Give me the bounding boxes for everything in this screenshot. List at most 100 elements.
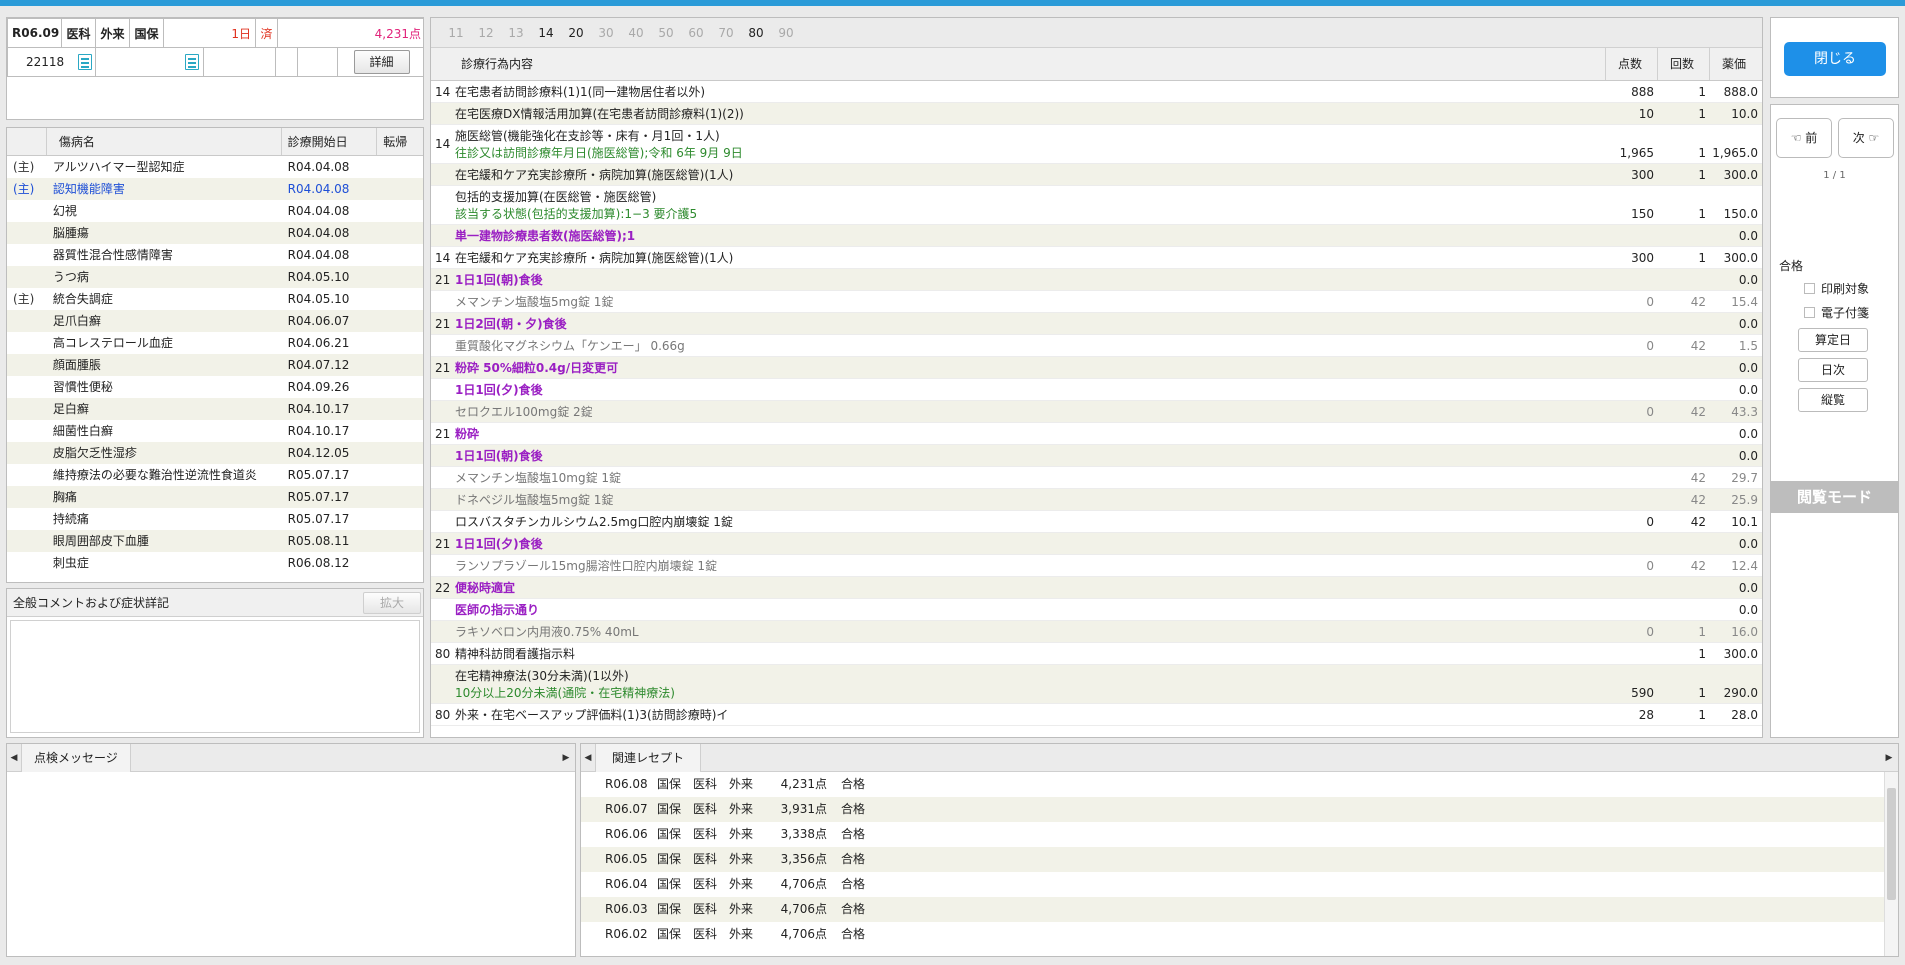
tab-category-80[interactable]: 80: [741, 26, 771, 40]
column-header-content[interactable]: 診療行為内容: [431, 48, 1606, 80]
comment-textarea[interactable]: [10, 620, 420, 733]
tab-category-11[interactable]: 11: [441, 26, 471, 40]
treatment-row[interactable]: ドネペジル塩酸塩5mg錠 1錠 42 25.9: [431, 489, 1762, 511]
column-header-points[interactable]: 点数: [1606, 48, 1658, 80]
scroll-left-arrow-icon[interactable]: ◀: [581, 753, 595, 763]
treatment-row[interactable]: 14 在宅患者訪問診療料(1)1(同一建物居住者以外) 888 1 888.0: [431, 81, 1762, 103]
disease-row[interactable]: (主) 統合失調症 R04.05.10: [7, 288, 423, 310]
tab-category-70[interactable]: 70: [711, 26, 741, 40]
tab-category-20[interactable]: 20: [561, 26, 591, 40]
disease-row[interactable]: 高コレステロール血症 R04.06.21: [7, 332, 423, 354]
column-header-outcome[interactable]: 転帰: [377, 128, 423, 155]
disease-row[interactable]: 細菌性白癬 R04.10.17: [7, 420, 423, 442]
tab-category-60[interactable]: 60: [681, 26, 711, 40]
tab-category-13[interactable]: 13: [501, 26, 531, 40]
checkbox-box[interactable]: [1804, 307, 1815, 318]
treatment-row[interactable]: 14 施医総管(機能強化在支診等・床有・月1回・1人) 往診又は訪問診療年月日(施医…: [431, 125, 1762, 164]
related-receipt-date: R06.02: [605, 927, 648, 941]
disease-row[interactable]: 器質性混合性感情障害 R04.04.08: [7, 244, 423, 266]
disease-row[interactable]: 足爪白癬 R04.06.07: [7, 310, 423, 332]
related-receipt-row[interactable]: R06.04 国保 医科 外来 4,706点 合格: [581, 872, 1898, 897]
treatment-row[interactable]: 21 粉砕 50%細粒0.4g/日変更可 0.0: [431, 357, 1762, 379]
detail-button[interactable]: 詳細: [353, 50, 410, 74]
tab-related-receipts[interactable]: 関連レセプト: [595, 744, 702, 772]
calc-day-button[interactable]: 算定日: [1798, 328, 1868, 352]
treatment-row[interactable]: 1日1回(夕)食後 0.0: [431, 379, 1762, 401]
disease-row[interactable]: うつ病 R04.05.10: [7, 266, 423, 288]
related-receipt-row[interactable]: R06.03 国保 医科 外来 4,706点 合格: [581, 897, 1898, 922]
treatment-row[interactable]: 21 1日2回(朝・夕)食後 0.0: [431, 313, 1762, 335]
disease-main-flag: [7, 442, 47, 464]
treatment-row[interactable]: メマンチン塩酸塩10mg錠 1錠 42 29.7: [431, 467, 1762, 489]
treatment-row[interactable]: 在宅精神療法(30分未満)(1以外) 10分以上20分未満(通院・在宅精神療法) 5…: [431, 665, 1762, 704]
treatment-row[interactable]: ランソプラゾール15mg腸溶性口腔内崩壊錠 1錠 0 42 12.4: [431, 555, 1762, 577]
treatment-row[interactable]: 包括的支援加算(在医総管・施医総管) 該当する状態(包括的支援加算):1−3 要介…: [431, 186, 1762, 225]
treatment-content-line: 在宅精神療法(30分未満)(1以外): [455, 669, 629, 683]
treatment-row[interactable]: 22 便秘時適宜 0.0: [431, 577, 1762, 599]
tab-category-40[interactable]: 40: [621, 26, 651, 40]
disease-start-date: R04.04.08: [287, 226, 350, 240]
e-attach-checkbox[interactable]: 電子付箋: [1804, 304, 1869, 321]
disease-row[interactable]: 習慣性便秘 R04.09.26: [7, 376, 423, 398]
treatment-row[interactable]: メマンチン塩酸塩5mg錠 1錠 0 42 15.4: [431, 291, 1762, 313]
expand-button[interactable]: 拡大: [363, 592, 421, 614]
checkbox-box[interactable]: [1804, 283, 1815, 294]
treatment-row[interactable]: 医師の指示通り 0.0: [431, 599, 1762, 621]
treatment-row[interactable]: 在宅医療DX情報活用加算(在宅患者訪問診療料(1)(2)) 10 1 10.0: [431, 103, 1762, 125]
scroll-right-arrow-icon[interactable]: ▶: [559, 744, 573, 772]
vertical-scrollbar[interactable]: [1884, 772, 1898, 956]
column-header-disease-name[interactable]: 傷病名: [47, 128, 282, 155]
treatment-row[interactable]: 21 1日1回(朝)食後 0.0: [431, 269, 1762, 291]
disease-row[interactable]: 刺虫症 R06.08.12: [7, 552, 423, 574]
column-header-count[interactable]: 回数: [1658, 48, 1710, 80]
treatment-row[interactable]: 21 1日1回(夕)食後 0.0: [431, 533, 1762, 555]
disease-row[interactable]: 足白癬 R04.10.17: [7, 398, 423, 420]
vertical-view-button[interactable]: 縦覧: [1798, 388, 1868, 412]
daily-button[interactable]: 日次: [1798, 358, 1868, 382]
disease-row[interactable]: 幻視 R04.04.08: [7, 200, 423, 222]
disease-row[interactable]: 眼周囲部皮下血腫 R05.08.11: [7, 530, 423, 552]
scrollbar-thumb[interactable]: [1887, 788, 1896, 900]
tab-check-messages[interactable]: 点検メッセージ: [21, 744, 131, 772]
treatment-row[interactable]: セロクエル100mg錠 2錠 0 42 43.3: [431, 401, 1762, 423]
disease-row[interactable]: (主) 認知機能障害 R04.04.08: [7, 178, 423, 200]
treatment-row[interactable]: 21 粉砕 0.0: [431, 423, 1762, 445]
document-icon[interactable]: [185, 54, 199, 70]
column-header-start-date[interactable]: 診療開始日: [282, 128, 378, 155]
disease-row[interactable]: 皮脂欠乏性湿疹 R04.12.05: [7, 442, 423, 464]
disease-row[interactable]: 脳腫瘍 R04.04.08: [7, 222, 423, 244]
treatment-row[interactable]: ラキソベロン内用液0.75% 40mL 0 1 16.0: [431, 621, 1762, 643]
close-button[interactable]: 閉じる: [1784, 42, 1886, 76]
column-header-price[interactable]: 薬価: [1710, 48, 1762, 80]
disease-row[interactable]: 維持療法の必要な難治性逆流性食道炎 R05.07.17: [7, 464, 423, 486]
tab-category-14[interactable]: 14: [531, 26, 561, 40]
tab-category-90[interactable]: 90: [771, 26, 801, 40]
treatment-row[interactable]: 単一建物診療患者数(施医総管);1 0.0: [431, 225, 1762, 247]
treatment-row[interactable]: 80 精神科訪問看護指示料 1 300.0: [431, 643, 1762, 665]
tab-category-30[interactable]: 30: [591, 26, 621, 40]
related-receipt-row[interactable]: R06.02 国保 医科 外来 4,706点 合格: [581, 922, 1898, 947]
tab-category-50[interactable]: 50: [651, 26, 681, 40]
related-receipt-row[interactable]: R06.05 国保 医科 外来 3,356点 合格: [581, 847, 1898, 872]
treatment-row[interactable]: ロスバスタチンカルシウム2.5mg口腔内崩壊錠 1錠 0 42 10.1: [431, 511, 1762, 533]
related-receipt-row[interactable]: R06.07 国保 医科 外来 3,931点 合格: [581, 797, 1898, 822]
scroll-left-arrow-icon[interactable]: ◀: [7, 753, 21, 763]
disease-row[interactable]: 胸痛 R05.07.17: [7, 486, 423, 508]
print-target-checkbox[interactable]: 印刷対象: [1804, 280, 1869, 297]
disease-row[interactable]: 持続痛 R05.07.17: [7, 508, 423, 530]
disease-row[interactable]: 顔面腫脹 R04.07.12: [7, 354, 423, 376]
next-button[interactable]: 次 ☞: [1838, 118, 1894, 158]
treatment-row[interactable]: 80 外来・在宅ベースアップ評価料(1)3(訪問診療時)イ 28 1 28.0: [431, 704, 1762, 726]
prev-button[interactable]: ☜ 前: [1776, 118, 1832, 158]
tab-category-12[interactable]: 12: [471, 26, 501, 40]
treatment-row[interactable]: 重質酸化マグネシウム「ケンエー」 0.66g 0 42 1.5: [431, 335, 1762, 357]
treatment-row[interactable]: 1日1回(朝)食後 0.0: [431, 445, 1762, 467]
related-receipt-row[interactable]: R06.06 国保 医科 外来 3,338点 合格: [581, 822, 1898, 847]
document-icon[interactable]: [78, 54, 93, 70]
related-receipt-row[interactable]: R06.08 国保 医科 外来 4,231点 合格: [581, 772, 1898, 797]
scroll-right-arrow-icon[interactable]: ▶: [1882, 744, 1896, 772]
treatment-row[interactable]: 在宅緩和ケア充実診療所・病院加算(施医総管)(1人) 300 1 300.0: [431, 164, 1762, 186]
treatment-row[interactable]: 14 在宅緩和ケア充実診療所・病院加算(施医総管)(1人) 300 1 300.0: [431, 247, 1762, 269]
treatment-content-line: セロクエル100mg錠 2錠: [455, 405, 593, 419]
disease-row[interactable]: (主) アルツハイマー型認知症 R04.04.08: [7, 156, 423, 178]
